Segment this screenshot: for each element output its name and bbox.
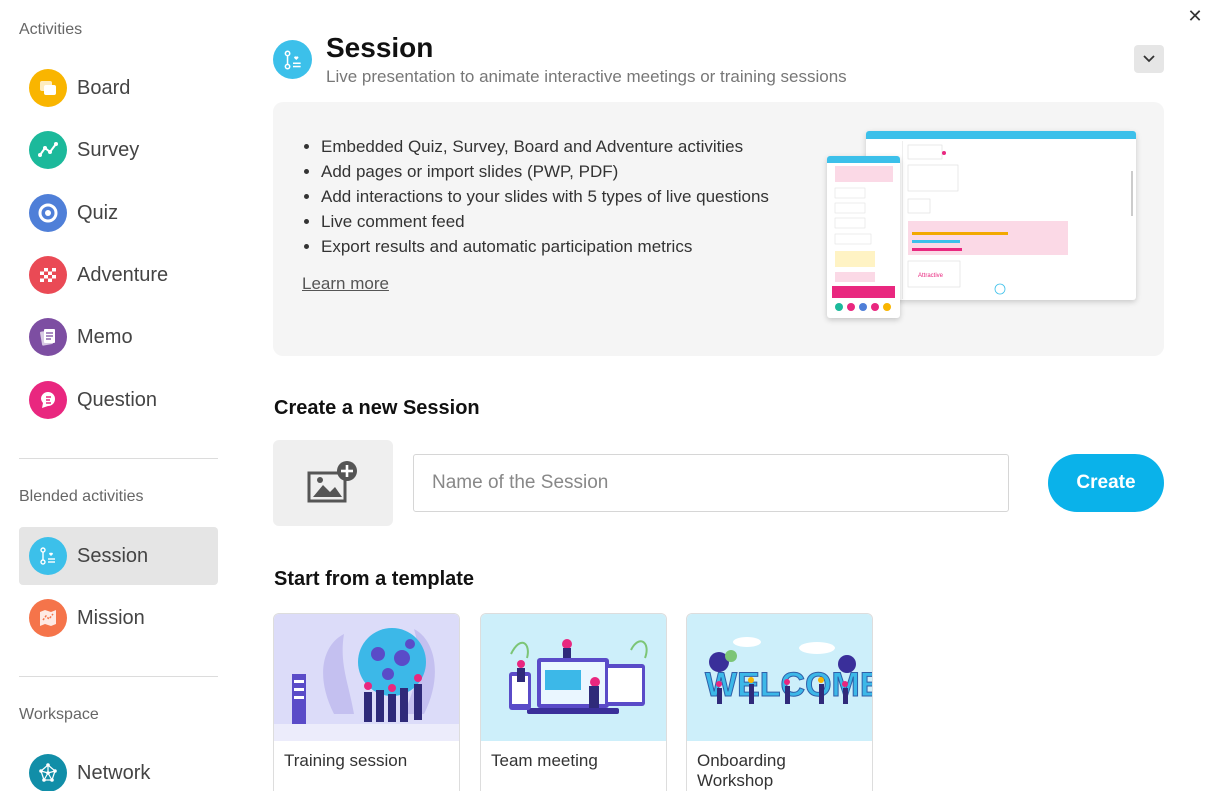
- template-thumbnail: [274, 614, 459, 741]
- template-card-training-session[interactable]: Training session: [273, 613, 460, 791]
- feature-item: Add interactions to your slides with 5 t…: [321, 184, 769, 209]
- sidebar-item-label: Quiz: [77, 201, 119, 224]
- template-label: Team meeting: [491, 751, 598, 770]
- learn-more-link[interactable]: Learn more: [302, 274, 389, 294]
- feature-item: Live comment feed: [321, 209, 769, 234]
- sidebar-item-mission[interactable]: Mission: [19, 589, 218, 647]
- sidebar-item-label: Network: [77, 761, 151, 784]
- sidebar-item-label: Memo: [77, 325, 133, 348]
- create-section-title: Create a new Session: [274, 397, 480, 419]
- feature-item: Embedded Quiz, Survey, Board and Adventu…: [321, 134, 769, 159]
- collapse-button[interactable]: [1134, 45, 1164, 73]
- session-preview-mobile: [827, 156, 900, 318]
- sidebar: Activities Board Survey Quiz Adventure M…: [0, 0, 240, 791]
- sidebar-divider: [19, 676, 218, 677]
- sidebar-item-question[interactable]: Question: [19, 371, 218, 429]
- close-icon: ✕: [1187, 5, 1203, 26]
- page-title: Session: [326, 32, 434, 63]
- network-icon: [29, 754, 67, 791]
- activities-section-label: Activities: [19, 21, 83, 38]
- create-button[interactable]: Create: [1048, 454, 1164, 512]
- sidebar-item-network[interactable]: Network: [19, 744, 218, 791]
- close-button[interactable]: ✕: [1184, 5, 1206, 27]
- sidebar-item-label: Session: [77, 544, 149, 567]
- template-section-title: Start from a template: [274, 568, 475, 590]
- question-icon: [29, 381, 67, 419]
- page-subtitle: Live presentation to animate interactive…: [326, 67, 847, 86]
- board-icon: [29, 69, 67, 107]
- memo-icon: [29, 318, 67, 356]
- sidebar-item-memo[interactable]: Memo: [19, 308, 218, 366]
- sidebar-item-label: Board: [77, 76, 131, 99]
- info-panel: Embedded Quiz, Survey, Board and Adventu…: [273, 102, 1164, 356]
- quiz-icon: [29, 194, 67, 232]
- sidebar-item-survey[interactable]: Survey: [19, 121, 218, 179]
- blended-section-label: Blended activities: [19, 488, 144, 505]
- sidebar-item-label: Mission: [77, 606, 145, 629]
- survey-icon: [29, 131, 67, 169]
- feature-item: Export results and automatic participati…: [321, 234, 769, 259]
- sidebar-divider: [19, 458, 218, 459]
- session-name-input[interactable]: [413, 454, 1009, 512]
- template-card-team-meeting[interactable]: Team meeting: [480, 613, 667, 791]
- feature-item: Add pages or import slides (PWP, PDF): [321, 159, 769, 184]
- session-icon: [273, 40, 312, 79]
- sidebar-item-quiz[interactable]: Quiz: [19, 184, 218, 242]
- image-picker-button[interactable]: [273, 440, 393, 526]
- template-thumbnail: [481, 614, 666, 741]
- session-icon: [29, 537, 67, 575]
- sidebar-item-label: Adventure: [77, 263, 169, 286]
- chevron-down-icon: [1143, 55, 1155, 63]
- template-label: Training session: [284, 751, 408, 770]
- workspace-section-label: Workspace: [19, 706, 99, 723]
- adventure-icon: [29, 256, 67, 294]
- template-label: Onboarding Workshop: [697, 751, 786, 790]
- add-image-icon: [307, 461, 357, 503]
- template-card-onboarding-workshop[interactable]: WELCOME Onboarding Workshop: [686, 613, 873, 791]
- sidebar-item-label: Survey: [77, 138, 140, 161]
- feature-list: Embedded Quiz, Survey, Board and Adventu…: [321, 134, 769, 259]
- sidebar-item-label: Question: [77, 388, 158, 411]
- session-preview-desktop: Attractive: [866, 131, 1136, 300]
- mission-icon: [29, 599, 67, 637]
- sidebar-item-board[interactable]: Board: [19, 59, 218, 117]
- sidebar-item-adventure[interactable]: Adventure: [19, 246, 218, 304]
- svg-text:Attractive: Attractive: [918, 273, 944, 279]
- template-thumbnail: WELCOME: [687, 614, 872, 741]
- sidebar-item-session[interactable]: Session: [19, 527, 218, 585]
